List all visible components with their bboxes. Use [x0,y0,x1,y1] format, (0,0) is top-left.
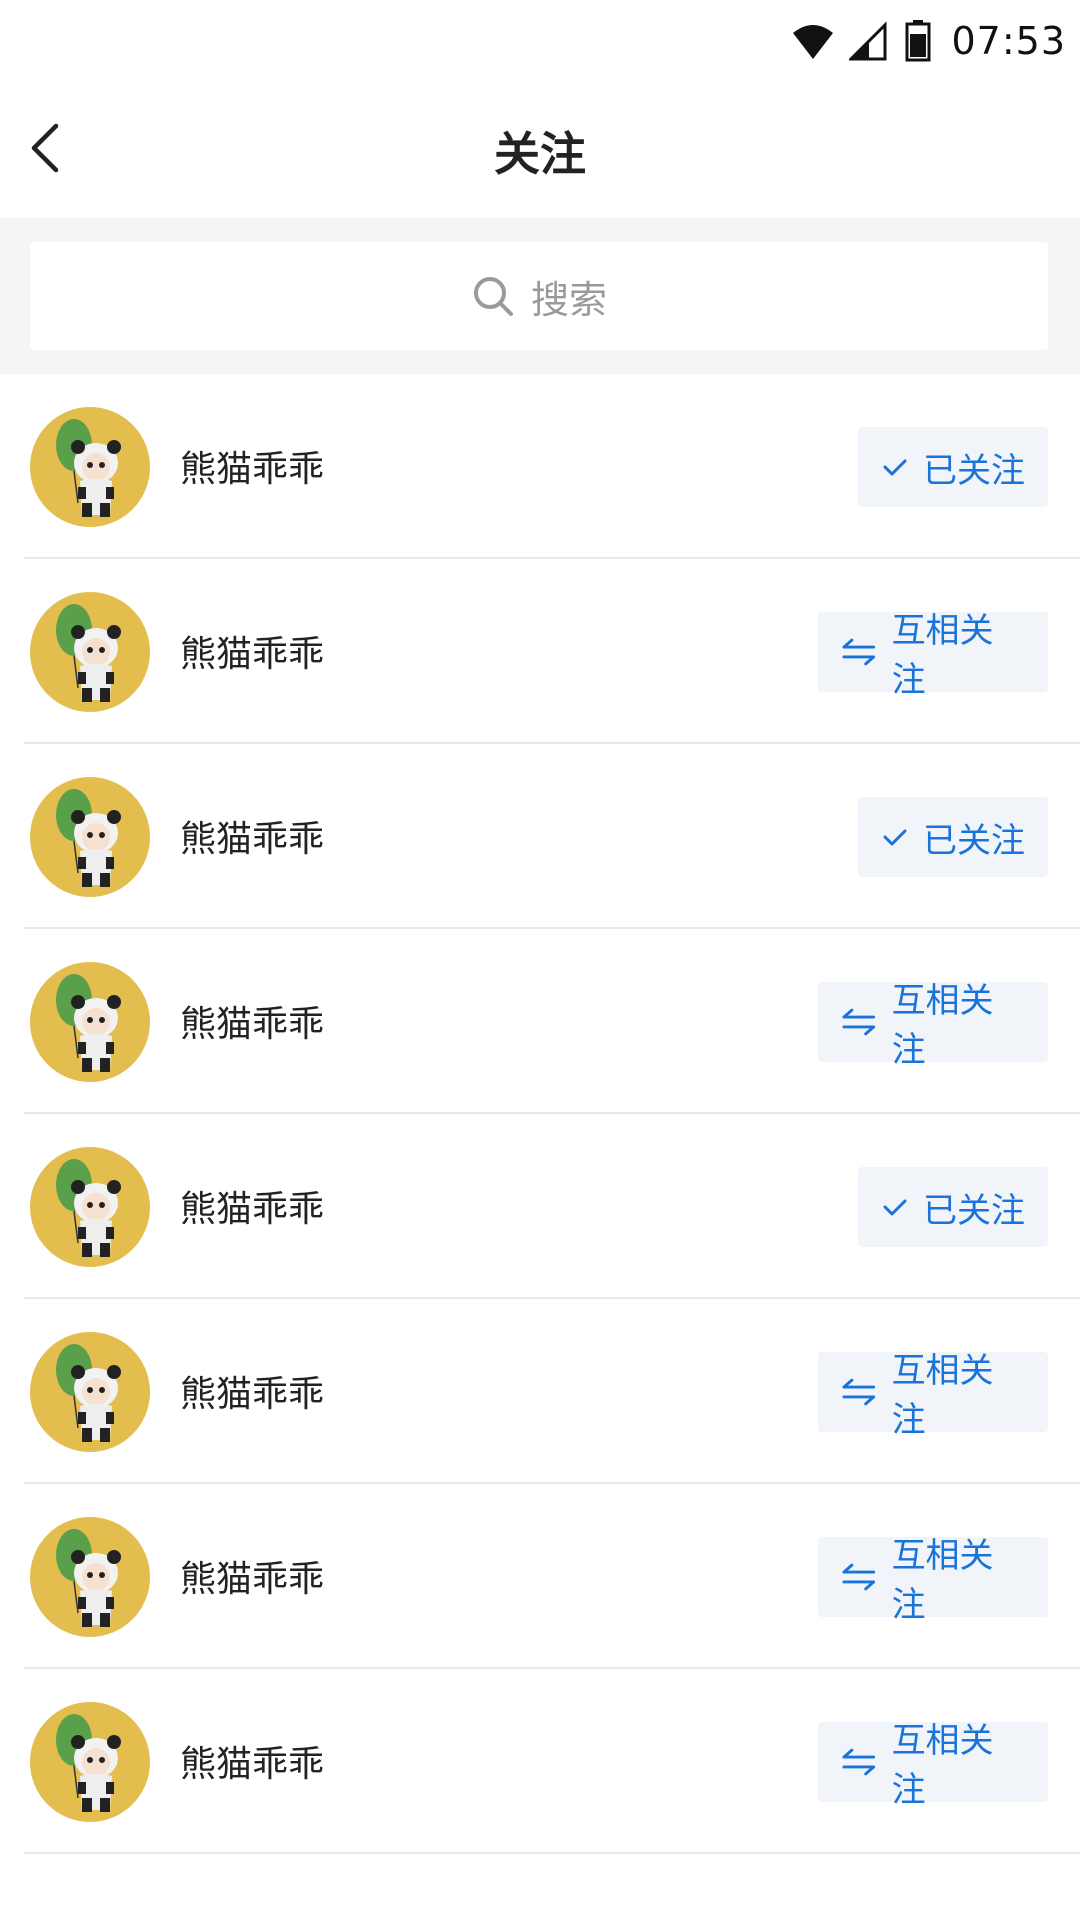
mutual-follow-button[interactable]: 互相关注 [818,1721,1048,1810]
follow-status-label: 已关注 [923,450,1025,491]
search-placeholder: 搜索 [530,277,607,322]
avatar[interactable] [30,1702,150,1822]
user-name: 熊猫乖乖 [180,449,325,490]
panda-avatar-icon [56,1714,121,1812]
avatar[interactable] [30,1517,150,1637]
panda-avatar-icon [56,1529,121,1627]
search-icon [473,277,513,316]
page-title: 关注 [494,127,586,181]
panda-avatar-icon [56,1159,121,1257]
check-icon [883,829,907,846]
mutual-arrows-icon [842,638,876,666]
check-icon [883,459,907,476]
followed-button[interactable]: 已关注 [858,797,1048,877]
avatar[interactable] [30,1147,150,1267]
panda-avatar-icon [56,974,121,1072]
mutual-arrows-icon [842,1008,876,1036]
search-input[interactable]: 搜索 [30,242,1048,350]
mutual-follow-button[interactable]: 互相关注 [818,1536,1048,1625]
user-name: 熊猫乖乖 [180,819,325,860]
mutual-arrows-icon [842,1748,876,1776]
user-list: 熊猫乖乖 已关注 熊猫乖乖 互相关注 熊猫乖乖 已关注 熊猫乖乖 互相关注 熊猫… [0,374,1080,1854]
list-item[interactable]: 熊猫乖乖 互相关注 [0,1484,1080,1669]
title-bar: 关注 [0,80,1080,218]
list-item[interactable]: 熊猫乖乖 互相关注 [0,559,1080,744]
list-item[interactable]: 熊猫乖乖 互相关注 [0,1299,1080,1484]
followed-button[interactable]: 已关注 [858,427,1048,507]
avatar[interactable] [30,777,150,897]
list-item[interactable]: 熊猫乖乖 已关注 [0,744,1080,929]
user-name: 熊猫乖乖 [180,1744,325,1785]
user-name: 熊猫乖乖 [180,1374,325,1415]
list-item[interactable]: 熊猫乖乖 互相关注 [0,1669,1080,1854]
mutual-follow-button[interactable]: 互相关注 [818,611,1048,700]
check-icon [883,1199,907,1216]
avatar[interactable] [30,407,150,527]
status-bar: 07:53 [0,0,1080,80]
avatar[interactable] [30,592,150,712]
avatar[interactable] [30,962,150,1082]
follow-status-label: 互相关注 [891,981,994,1070]
panda-avatar-icon [56,789,121,887]
panda-avatar-icon [56,604,121,702]
follow-status-label: 已关注 [923,1190,1025,1231]
user-name: 熊猫乖乖 [180,634,325,675]
status-time: 07:53 [951,19,1066,63]
follow-status-label: 互相关注 [891,1351,994,1440]
follow-status-label: 互相关注 [891,611,994,700]
follow-status-label: 互相关注 [891,1721,994,1810]
list-item[interactable]: 熊猫乖乖 已关注 [0,1114,1080,1299]
user-name: 熊猫乖乖 [180,1559,325,1600]
follow-status-label: 互相关注 [891,1536,994,1625]
mutual-follow-button[interactable]: 互相关注 [818,1351,1048,1440]
search-area: 搜索 [0,218,1080,374]
user-name: 熊猫乖乖 [180,1004,325,1045]
mutual-arrows-icon [842,1563,876,1591]
list-item[interactable]: 熊猫乖乖 已关注 [0,374,1080,559]
wifi-icon [793,25,834,59]
avatar[interactable] [30,1332,150,1452]
mutual-follow-button[interactable]: 互相关注 [818,981,1048,1070]
followed-button[interactable]: 已关注 [858,1167,1048,1247]
panda-avatar-icon [56,419,121,517]
panda-avatar-icon [56,1344,121,1442]
follow-status-label: 已关注 [923,820,1025,861]
cell-signal-icon [849,21,887,61]
mutual-arrows-icon [842,1378,876,1406]
status-icons: 07:53 [791,18,1066,64]
user-name: 熊猫乖乖 [180,1189,325,1230]
battery-icon [905,20,931,62]
list-item[interactable]: 熊猫乖乖 互相关注 [0,929,1080,1114]
